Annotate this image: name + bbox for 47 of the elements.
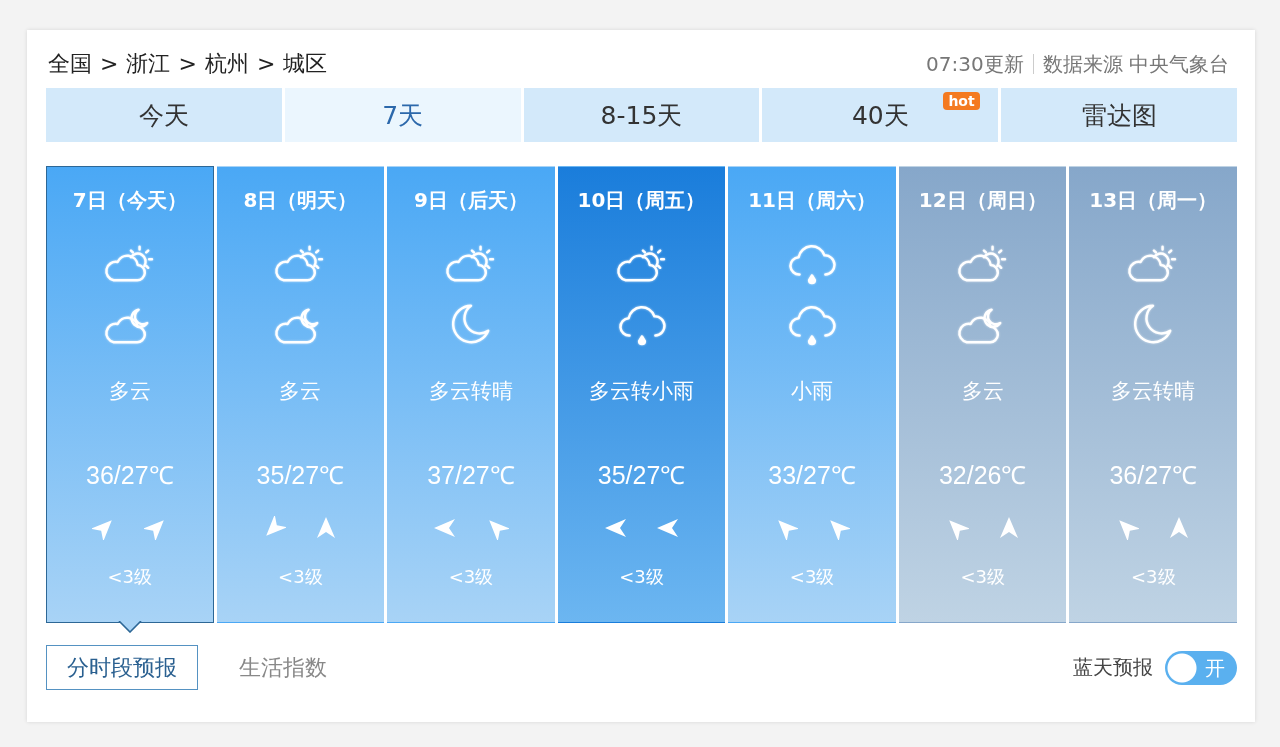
- range-tab[interactable]: 8-15天: [523, 88, 760, 142]
- weather-condition: 多云转小雨: [589, 378, 694, 405]
- day-date: 8日（明天）: [243, 187, 358, 213]
- day-date: 10日（周五）: [577, 187, 706, 213]
- weather-condition: 小雨: [791, 378, 834, 405]
- wind-level: <3级: [619, 565, 664, 589]
- weather-condition: 多云: [961, 378, 1004, 405]
- breadcrumb-link[interactable]: 杭州: [204, 49, 249, 79]
- breadcrumb-link[interactable]: 城区: [283, 49, 328, 79]
- temperature-range: 35/27℃: [597, 460, 686, 490]
- hot-badge: hot: [943, 92, 980, 110]
- breadcrumb-link[interactable]: 全国: [48, 49, 92, 79]
- range-tab[interactable]: 雷达图: [1001, 88, 1237, 142]
- day-date: 12日（周日）: [918, 187, 1047, 213]
- day-date: 7日（今天）: [72, 187, 187, 213]
- range-tab[interactable]: 7天: [284, 88, 521, 142]
- wind-level: <3级: [789, 565, 835, 589]
- temperature-range: 33/27℃: [768, 460, 856, 490]
- weather-condition: 多云转晴: [428, 378, 513, 405]
- wind-level: <3级: [278, 565, 323, 589]
- breadcrumb-separator: >: [255, 50, 277, 78]
- range-tab[interactable]: 今天: [46, 88, 282, 142]
- day-date: 13日（周一）: [1089, 187, 1218, 213]
- temperature-range: 36/27℃: [86, 460, 174, 490]
- temperature-range: 36/27℃: [1109, 460, 1198, 490]
- day-date: 9日（后天）: [414, 187, 528, 213]
- day-date: 11日（周六）: [748, 187, 876, 213]
- breadcrumb-link[interactable]: 浙江: [126, 49, 171, 79]
- breadcrumb-separator: >: [177, 50, 198, 78]
- breadcrumb-separator: >: [99, 50, 120, 78]
- temperature-range: 35/27℃: [256, 460, 345, 490]
- update-time: 07:30更新: [926, 51, 1024, 78]
- forecast-subtab[interactable]: 分时段预报: [46, 645, 198, 690]
- temperature-range: 37/27℃: [427, 460, 515, 490]
- toggle-label: 蓝天预报: [1073, 654, 1153, 681]
- weather-condition: 多云转晴: [1111, 378, 1196, 405]
- data-source: 数据来源 中央气象台: [1042, 51, 1229, 78]
- weather-condition: 多云: [108, 378, 151, 405]
- wind-level: <3级: [960, 565, 1005, 589]
- forecast-subtab[interactable]: 生活指数: [218, 645, 348, 690]
- wind-level: <3级: [1131, 565, 1176, 589]
- temperature-range: 32/26℃: [938, 460, 1027, 490]
- pointer-triangle-icon: [117, 621, 142, 633]
- wind-level: <3级: [448, 565, 494, 589]
- day-card[interactable]: 10日（周五） 多云转小雨 35/27℃ <3级: [557, 166, 726, 623]
- wind-level: <3级: [107, 565, 153, 589]
- weather-condition: 多云: [279, 378, 322, 405]
